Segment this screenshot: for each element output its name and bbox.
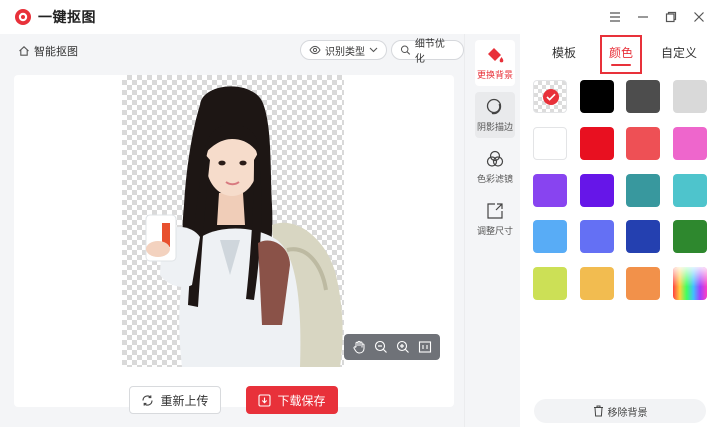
swatch-red[interactable] bbox=[580, 127, 614, 160]
swatch-periwinkle[interactable] bbox=[580, 220, 614, 253]
minimize-icon bbox=[638, 16, 648, 18]
zoom-out-icon bbox=[374, 340, 387, 353]
pan-hand-button[interactable] bbox=[349, 337, 369, 357]
recognition-type-dropdown[interactable]: 识别类型 bbox=[300, 40, 387, 60]
trash-icon bbox=[593, 405, 603, 417]
image-preview[interactable] bbox=[122, 75, 344, 367]
eye-icon bbox=[309, 45, 321, 55]
minimize-button[interactable] bbox=[630, 4, 656, 30]
tab-active-indicator bbox=[611, 64, 631, 66]
magnifier-icon bbox=[400, 45, 411, 55]
selected-check-icon bbox=[543, 89, 559, 105]
close-button[interactable] bbox=[686, 4, 712, 30]
canvas-panel bbox=[14, 75, 454, 407]
swatch-green[interactable] bbox=[673, 220, 707, 253]
swatch-dark-gray[interactable] bbox=[626, 80, 660, 113]
zoom-in-icon bbox=[396, 340, 409, 353]
cutout-person-image bbox=[145, 86, 343, 367]
restore-icon bbox=[665, 11, 677, 23]
background-panel: 模板 颜色 自定义 移除背景 bbox=[520, 34, 720, 427]
hamburger-icon bbox=[610, 12, 620, 22]
chevron-down-icon bbox=[369, 47, 378, 53]
swatch-pink[interactable] bbox=[673, 127, 707, 160]
zoom-out-button[interactable] bbox=[371, 337, 391, 357]
swatch-white[interactable] bbox=[533, 127, 567, 160]
shadow-circle-icon bbox=[486, 98, 502, 115]
swatch-cyan[interactable] bbox=[673, 174, 707, 207]
color-circles-icon bbox=[486, 150, 504, 167]
swatch-mustard[interactable] bbox=[580, 267, 614, 300]
tool-shadow-stroke-label: 阴影描边 bbox=[476, 122, 513, 132]
swatch-teal[interactable] bbox=[626, 174, 660, 207]
reupload-button[interactable]: 重新上传 bbox=[129, 386, 221, 414]
tool-color-filter[interactable]: 色彩滤镜 bbox=[475, 144, 515, 190]
tool-shadow-stroke[interactable]: 阴影描边 bbox=[475, 92, 515, 138]
tab-color[interactable]: 颜色 bbox=[609, 44, 633, 61]
tool-resize-label: 调整尺寸 bbox=[476, 226, 513, 236]
remove-background-button[interactable]: 移除背景 bbox=[534, 399, 706, 423]
close-icon bbox=[694, 12, 704, 22]
tool-color-filter-label: 色彩滤镜 bbox=[476, 174, 513, 184]
zoom-in-button[interactable] bbox=[393, 337, 413, 357]
swatch-orange[interactable] bbox=[626, 267, 660, 300]
tab-template[interactable]: 模板 bbox=[552, 44, 576, 61]
detail-optimize-button[interactable]: 细节优化 bbox=[391, 39, 464, 65]
swatch-royal-blue[interactable] bbox=[626, 220, 660, 253]
swatch-transparent[interactable] bbox=[533, 80, 567, 113]
resize-icon bbox=[487, 203, 503, 219]
app-title: 一键抠图 bbox=[38, 9, 96, 25]
swatch-rainbow[interactable] bbox=[673, 267, 707, 300]
swatch-coral[interactable] bbox=[626, 127, 660, 160]
swatch-black[interactable] bbox=[580, 80, 614, 113]
editor-area: 智能抠图 识别类型 细节优化 重新上传 下载保存 bbox=[0, 34, 464, 427]
maximize-button[interactable] bbox=[658, 4, 684, 30]
download-save-label: 下载保存 bbox=[277, 393, 326, 408]
tool-change-background-label: 更换背景 bbox=[476, 70, 513, 80]
swatch-sky-blue[interactable] bbox=[533, 220, 567, 253]
download-icon bbox=[258, 393, 272, 407]
swatch-lime[interactable] bbox=[533, 267, 567, 300]
title-bar: 一键抠图 bbox=[0, 0, 720, 34]
fit-screen-button[interactable] bbox=[415, 337, 435, 357]
hand-icon bbox=[353, 340, 365, 354]
logo-icon bbox=[15, 9, 31, 25]
tool-sidebar: 更换背景 阴影描边 色彩滤镜 调整尺寸 bbox=[464, 34, 520, 427]
recognition-type-label: 识别类型 bbox=[325, 46, 365, 58]
app-logo: 一键抠图 bbox=[14, 7, 96, 27]
tool-resize[interactable]: 调整尺寸 bbox=[475, 196, 515, 242]
refresh-icon bbox=[142, 394, 154, 406]
tool-change-background[interactable]: 更换背景 bbox=[475, 40, 515, 86]
background-tabs: 模板 颜色 自定义 bbox=[520, 34, 720, 74]
swatch-light-gray[interactable] bbox=[673, 80, 707, 113]
detail-optimize-label: 细节优化 bbox=[414, 39, 445, 65]
reupload-label: 重新上传 bbox=[160, 393, 209, 408]
download-save-button[interactable]: 下载保存 bbox=[246, 386, 338, 414]
remove-background-label: 移除背景 bbox=[607, 407, 648, 419]
swatch-violet[interactable] bbox=[533, 174, 567, 207]
fit-screen-icon bbox=[418, 341, 432, 353]
swatch-purple[interactable] bbox=[580, 174, 614, 207]
smart-cutout-text: 智能抠图 bbox=[34, 46, 78, 58]
menu-button[interactable] bbox=[602, 4, 628, 30]
home-icon bbox=[19, 46, 29, 56]
paint-bucket-icon bbox=[488, 48, 504, 63]
zoom-toolbar bbox=[344, 334, 440, 360]
tab-custom[interactable]: 自定义 bbox=[661, 44, 697, 61]
smart-cutout-label: 智能抠图 bbox=[18, 43, 78, 59]
